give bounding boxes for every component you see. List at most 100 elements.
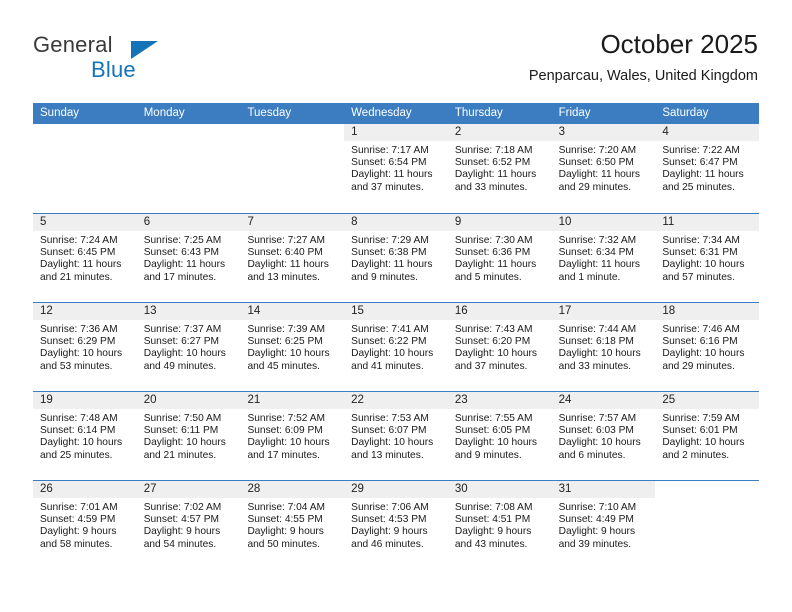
daylight-duration-line2: and 13 minutes. xyxy=(351,449,424,461)
day-number-band xyxy=(137,124,241,141)
calendar-day-cell[interactable]: 24 Sunrise: 7:57 AM Sunset: 6:03 PM Dayligh… xyxy=(551,392,656,480)
calendar-day-cell[interactable]: 23 Sunrise: 7:55 AM Sunset: 6:05 PM Dayligh… xyxy=(447,392,552,480)
day-details: Sunrise: 7:57 AM Sunset: 6:03 PM Daylight:… xyxy=(552,409,656,462)
daylight-duration-line2: and 37 minutes. xyxy=(454,360,528,372)
day-number: 6 xyxy=(143,216,151,228)
sunset-time: Sunset: 6:03 PM xyxy=(558,425,634,437)
calendar-day-cell[interactable]: 22 Sunrise: 7:53 AM Sunset: 6:07 PM Dayligh… xyxy=(344,392,448,480)
calendar-day-cell[interactable]: 12 Sunrise: 7:36 AM Sunset: 6:29 PM Dayligh… xyxy=(33,303,137,391)
calendar-day-cell[interactable]: 16 Sunrise: 7:43 AM Sunset: 6:20 PM Dayligh… xyxy=(447,303,552,391)
day-number-band: 31 xyxy=(551,481,656,498)
daylight-duration-line2: and 5 minutes. xyxy=(454,271,522,283)
calendar-day-cell[interactable]: 6 Sunrise: 7:25 AM Sunset: 6:43 PM Daylight… xyxy=(136,214,241,302)
sunset-time: Sunset: 6:14 PM xyxy=(40,425,116,437)
calendar-day-cell[interactable]: 8 Sunrise: 7:29 AM Sunset: 6:38 PM Daylight… xyxy=(344,214,448,302)
sunrise-time: Sunrise: 7:44 AM xyxy=(558,324,637,335)
calendar-day-cell[interactable]: 9 Sunrise: 7:30 AM Sunset: 6:36 PM Daylight… xyxy=(447,214,552,302)
calendar-day-cell[interactable]: 15 Sunrise: 7:41 AM Sunset: 6:22 PM Dayligh… xyxy=(344,303,448,391)
calendar-day-cell[interactable]: 21 Sunrise: 7:52 AM Sunset: 6:09 PM Dayligh… xyxy=(240,392,345,480)
day-number-band: 21 xyxy=(240,392,345,409)
sunrise-time: Sunrise: 7:53 AM xyxy=(351,413,429,424)
day-details: Sunrise: 7:44 AM Sunset: 6:18 PM Daylight:… xyxy=(552,320,656,373)
calendar-day-cell[interactable]: 14 Sunrise: 7:39 AM Sunset: 6:25 PM Dayligh… xyxy=(240,303,345,391)
calendar-day-cell[interactable]: 5 Sunrise: 7:24 AM Sunset: 6:45 PM Daylight… xyxy=(33,214,137,302)
sunset-time: Sunset: 6:25 PM xyxy=(247,336,323,348)
calendar-day-cell[interactable]: 18 Sunrise: 7:46 AM Sunset: 6:16 PM Dayligh… xyxy=(655,303,760,391)
calendar-day-cell[interactable]: 25 Sunrise: 7:59 AM Sunset: 6:01 PM Dayligh… xyxy=(655,392,760,480)
sunrise-time: Sunrise: 7:32 AM xyxy=(558,235,637,246)
day-number: 23 xyxy=(454,394,468,406)
sunrise-time: Sunrise: 7:30 AM xyxy=(454,235,533,246)
daylight-duration-line2: and 2 minutes. xyxy=(662,449,730,461)
weekday-header-row: Sunday Monday Tuesday Wednesday Thursday Frid… xyxy=(33,103,759,124)
daylight-duration-line1: Daylight: 11 hours xyxy=(454,259,537,271)
sunset-time: Sunset: 6:07 PM xyxy=(351,425,427,437)
sunset-time: Sunset: 6:36 PM xyxy=(454,247,531,259)
day-number-band: 25 xyxy=(655,392,760,409)
daylight-duration-line1: Daylight: 10 hours xyxy=(247,348,330,360)
sunset-time: Sunset: 6:11 PM xyxy=(143,425,219,437)
daylight-duration-line1: Daylight: 11 hours xyxy=(662,169,744,181)
day-number: 14 xyxy=(247,305,261,317)
weekday-header-tuesday: Tuesday xyxy=(247,107,292,119)
calendar-day-cell[interactable]: 1 Sunrise: 7:17 AM Sunset: 6:54 PM Daylight… xyxy=(344,124,448,213)
daylight-duration-line2: and 9 minutes. xyxy=(351,271,418,283)
sunrise-time: Sunrise: 7:52 AM xyxy=(247,413,326,424)
daylight-duration-line2: and 13 minutes. xyxy=(247,271,320,283)
calendar-day-cell[interactable]: 29 Sunrise: 7:06 AM Sunset: 4:53 PM Dayligh… xyxy=(344,481,448,569)
day-number-band: 26 xyxy=(33,481,137,498)
calendar-day-cell[interactable]: 4 Sunrise: 7:22 AM Sunset: 6:47 PM Daylight… xyxy=(655,124,760,213)
day-number: 27 xyxy=(143,483,157,495)
day-number: 19 xyxy=(40,394,53,406)
day-number: 29 xyxy=(351,483,364,495)
day-number: 21 xyxy=(247,394,261,406)
calendar-week-row: 19 Sunrise: 7:48 AM Sunset: 6:14 PM Dayligh… xyxy=(33,391,760,480)
day-number-band: 29 xyxy=(344,481,448,498)
sunset-time: Sunset: 6:16 PM xyxy=(662,336,738,348)
calendar-day-cell[interactable]: 20 Sunrise: 7:50 AM Sunset: 6:11 PM Dayligh… xyxy=(136,392,241,480)
day-number: 31 xyxy=(558,483,572,495)
daylight-duration-line2: and 1 minute. xyxy=(558,271,621,283)
sunrise-time: Sunrise: 7:20 AM xyxy=(558,145,637,156)
daylight-duration-line2: and 17 minutes. xyxy=(247,449,320,461)
calendar-day-cell[interactable]: 30 Sunrise: 7:08 AM Sunset: 4:51 PM Dayligh… xyxy=(447,481,552,569)
calendar-day-cell[interactable]: 13 Sunrise: 7:37 AM Sunset: 6:27 PM Dayligh… xyxy=(136,303,241,391)
day-details: Sunrise: 7:29 AM Sunset: 6:38 PM Daylight:… xyxy=(344,231,448,284)
calendar-day-cell[interactable]: 3 Sunrise: 7:20 AM Sunset: 6:50 PM Daylight… xyxy=(551,124,656,213)
calendar-day-cell[interactable]: 31 Sunrise: 7:10 AM Sunset: 4:49 PM Dayligh… xyxy=(551,481,656,569)
calendar-day-cell[interactable]: 26 Sunrise: 7:01 AM Sunset: 4:59 PM Dayligh… xyxy=(33,481,137,569)
sunrise-time: Sunrise: 7:29 AM xyxy=(351,235,429,246)
title-block: October 2025 Penparcau, Wales, United Ki… xyxy=(529,28,758,86)
calendar-day-cell[interactable]: 19 Sunrise: 7:48 AM Sunset: 6:14 PM Dayligh… xyxy=(33,392,137,480)
calendar-day-cell[interactable]: 27 Sunrise: 7:02 AM Sunset: 4:57 PM Dayligh… xyxy=(136,481,241,569)
calendar-day-cell[interactable]: 10 Sunrise: 7:32 AM Sunset: 6:34 PM Dayligh… xyxy=(551,214,656,302)
calendar-day-cell[interactable]: 2 Sunrise: 7:18 AM Sunset: 6:52 PM Daylight… xyxy=(447,124,552,213)
daylight-duration-line2: and 33 minutes. xyxy=(454,181,528,193)
calendar-grid: Sunday Monday Tuesday Wednesday Thursday Frid… xyxy=(33,103,760,569)
day-number: 9 xyxy=(454,216,462,228)
daylight-duration-line2: and 45 minutes. xyxy=(247,360,320,372)
calendar-day-cell[interactable]: 28 Sunrise: 7:04 AM Sunset: 4:55 PM Dayligh… xyxy=(240,481,345,569)
logo-text-blue: Blue xyxy=(91,57,136,82)
daylight-duration-line1: Daylight: 9 hours xyxy=(558,526,636,538)
day-details: Sunrise: 7:06 AM Sunset: 4:53 PM Daylight:… xyxy=(344,498,448,551)
day-details: Sunrise: 7:04 AM Sunset: 4:55 PM Daylight:… xyxy=(240,498,344,551)
sunset-time: Sunset: 6:52 PM xyxy=(454,157,531,169)
daylight-duration-line2: and 21 minutes. xyxy=(40,271,113,283)
calendar-day-cell[interactable]: 11 Sunrise: 7:34 AM Sunset: 6:31 PM Dayligh… xyxy=(655,214,760,302)
sunset-time: Sunset: 6:34 PM xyxy=(558,247,634,259)
sunrise-time: Sunrise: 7:43 AM xyxy=(454,324,533,335)
day-number: 18 xyxy=(662,305,676,317)
day-number-band: 19 xyxy=(33,392,137,409)
sunrise-time: Sunrise: 7:24 AM xyxy=(40,235,118,246)
day-number-band: 8 xyxy=(344,214,448,231)
daylight-duration-line2: and 25 minutes. xyxy=(662,181,735,193)
day-number-band: 7 xyxy=(240,214,345,231)
calendar-day-cell[interactable]: 17 Sunrise: 7:44 AM Sunset: 6:18 PM Dayligh… xyxy=(551,303,656,391)
sunrise-time: Sunrise: 7:02 AM xyxy=(143,502,222,513)
calendar-day-cell[interactable]: 7 Sunrise: 7:27 AM Sunset: 6:40 PM Daylight… xyxy=(240,214,345,302)
weekday-header-wednesday: Wednesday xyxy=(351,107,412,119)
daylight-duration-line1: Daylight: 10 hours xyxy=(558,348,641,360)
calendar-weeks: 1 Sunrise: 7:17 AM Sunset: 6:54 PM Daylight… xyxy=(33,124,760,569)
day-number-band: 16 xyxy=(447,303,552,320)
